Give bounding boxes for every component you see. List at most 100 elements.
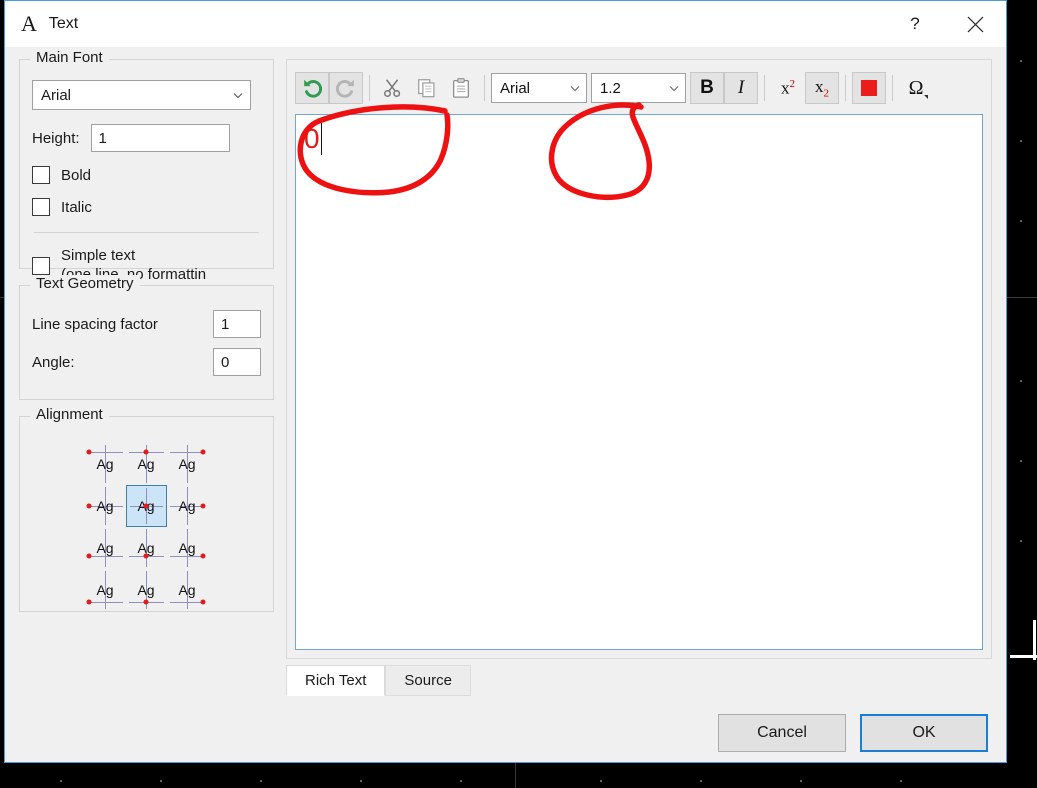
subscript-button[interactable]: x2 — [805, 72, 839, 104]
alignment-grid: AgAgAgAgAgAgAgAgAgAgAgAg — [85, 443, 209, 611]
font-family-value: Arial — [41, 86, 72, 104]
align-middle-center[interactable]: Ag — [125, 485, 167, 527]
close-icon — [967, 16, 983, 32]
align-base-left[interactable]: Ag — [85, 527, 126, 569]
superscript-exponent: 2 — [789, 77, 796, 90]
cad-tick — [1020, 460, 1022, 462]
bold-button[interactable]: B — [690, 72, 724, 104]
dropdown-caret-icon — [924, 94, 929, 99]
align-middle-right[interactable]: Ag — [167, 485, 208, 527]
cad-tick — [800, 780, 802, 782]
close-button[interactable] — [944, 1, 1006, 47]
align-bottom-right[interactable]: Ag — [167, 569, 208, 611]
alignment-sample-text: Ag — [96, 540, 114, 556]
clipboard-icon — [453, 78, 469, 98]
alignment-sample-text: Ag — [96, 498, 114, 514]
line-spacing-row: Line spacing factor 1 — [32, 310, 261, 338]
italic-checkbox[interactable] — [32, 198, 50, 216]
alignment-sample-text: Ag — [178, 582, 196, 598]
chevron-down-icon — [669, 86, 679, 92]
cad-marker-v1 — [1033, 620, 1036, 660]
cad-tick — [700, 780, 702, 782]
editor-font-combo[interactable]: Arial — [491, 73, 587, 103]
ok-button[interactable]: OK — [860, 714, 988, 752]
bold-checkbox[interactable] — [32, 166, 50, 184]
editor-size-combo[interactable]: 1.2 — [591, 73, 686, 103]
toolbar-separator — [845, 75, 846, 101]
alignment-sample-text: Ag — [178, 456, 196, 472]
height-input[interactable]: 1 — [90, 124, 230, 152]
italic-label: I — [737, 77, 745, 98]
rich-text-edit-area[interactable]: 0 — [295, 114, 983, 650]
dialog-titlebar: A Text ? — [5, 1, 1006, 47]
align-top-left[interactable]: Ag — [85, 443, 126, 485]
alignment-guide-horizontal — [169, 452, 205, 454]
editor-content-text: 0 — [304, 123, 320, 154]
alignment-sample-text: Ag — [178, 498, 196, 514]
font-family-combo[interactable]: Arial — [32, 80, 251, 110]
text-geometry-group-title: Text Geometry — [30, 275, 140, 292]
tab-source[interactable]: Source — [385, 665, 471, 696]
alignment-anchor-dot — [200, 553, 206, 559]
tab-rich-text[interactable]: Rich Text — [286, 665, 386, 696]
angle-input[interactable]: 0 — [213, 348, 261, 376]
titlebar-buttons: ? — [886, 1, 1006, 47]
ok-label: OK — [912, 724, 936, 741]
cut-button[interactable] — [376, 72, 410, 104]
height-value: 1 — [98, 129, 107, 147]
settings-column: Main Font Arial Height: 1 Bold Italic Si… — [19, 49, 274, 696]
simple-text-checkbox[interactable] — [32, 256, 50, 275]
main-font-group-title: Main Font — [30, 49, 109, 66]
undo-button[interactable] — [295, 72, 329, 104]
align-base-right[interactable]: Ag — [167, 527, 208, 569]
undo-arrow-icon — [304, 79, 323, 98]
cad-tick — [600, 780, 602, 782]
alignment-sample-text: Ag — [178, 540, 196, 556]
align-bottom-center[interactable]: Ag — [126, 569, 167, 611]
rich-text-editor-panel: Arial 1.2 B I x2 x2 Ω 0 — [286, 59, 992, 659]
bold-label: B — [700, 77, 714, 98]
redo-arrow-icon — [335, 79, 354, 98]
alignment-anchor-dot — [200, 503, 206, 509]
align-bottom-left[interactable]: Ag — [85, 569, 126, 611]
alignment-anchor-dot — [86, 449, 92, 455]
cad-tick — [460, 780, 462, 782]
cad-tick — [1020, 140, 1022, 142]
bold-checkbox-row[interactable]: Bold — [32, 166, 261, 184]
cad-tick — [260, 780, 262, 782]
editor-column: Arial 1.2 B I x2 x2 Ω 0 Rich Text Source — [286, 59, 992, 696]
align-base-center[interactable]: Ag — [126, 527, 167, 569]
angle-value: 0 — [221, 353, 230, 371]
align-top-right[interactable]: Ag — [167, 443, 208, 485]
line-spacing-value: 1 — [221, 315, 230, 333]
align-middle-left[interactable]: Ag — [85, 485, 126, 527]
alignment-guide-horizontal — [87, 601, 123, 603]
redo-button[interactable] — [329, 72, 363, 104]
chevron-down-icon — [233, 93, 243, 99]
chevron-down-icon — [570, 86, 580, 92]
simple-text-line1: Simple text — [61, 247, 136, 264]
italic-checkbox-row[interactable]: Italic — [32, 198, 261, 216]
help-button[interactable]: ? — [886, 1, 944, 47]
align-top-center[interactable]: Ag — [126, 443, 167, 485]
superscript-button[interactable]: x2 — [771, 72, 805, 104]
paste-button[interactable] — [444, 72, 478, 104]
alignment-anchor-dot — [143, 599, 149, 605]
line-spacing-input[interactable]: 1 — [213, 310, 261, 338]
dialog-title: Text — [48, 15, 79, 32]
bold-label: Bold — [61, 166, 92, 184]
italic-button[interactable]: I — [724, 72, 758, 104]
text-color-button[interactable] — [852, 72, 886, 104]
italic-label: Italic — [61, 198, 92, 216]
alignment-anchor-dot — [143, 449, 149, 455]
color-swatch-icon — [861, 80, 877, 96]
subscript-index: 2 — [823, 87, 830, 100]
copy-button[interactable] — [410, 72, 444, 104]
tab-label: Source — [404, 672, 452, 689]
angle-label: Angle: — [32, 353, 75, 371]
insert-symbol-button[interactable]: Ω — [899, 72, 933, 104]
subscript-base: x — [815, 76, 824, 96]
alignment-anchor-dot — [143, 553, 149, 559]
cancel-button[interactable]: Cancel — [718, 714, 846, 752]
superscript-glyph: x2 — [781, 78, 795, 99]
